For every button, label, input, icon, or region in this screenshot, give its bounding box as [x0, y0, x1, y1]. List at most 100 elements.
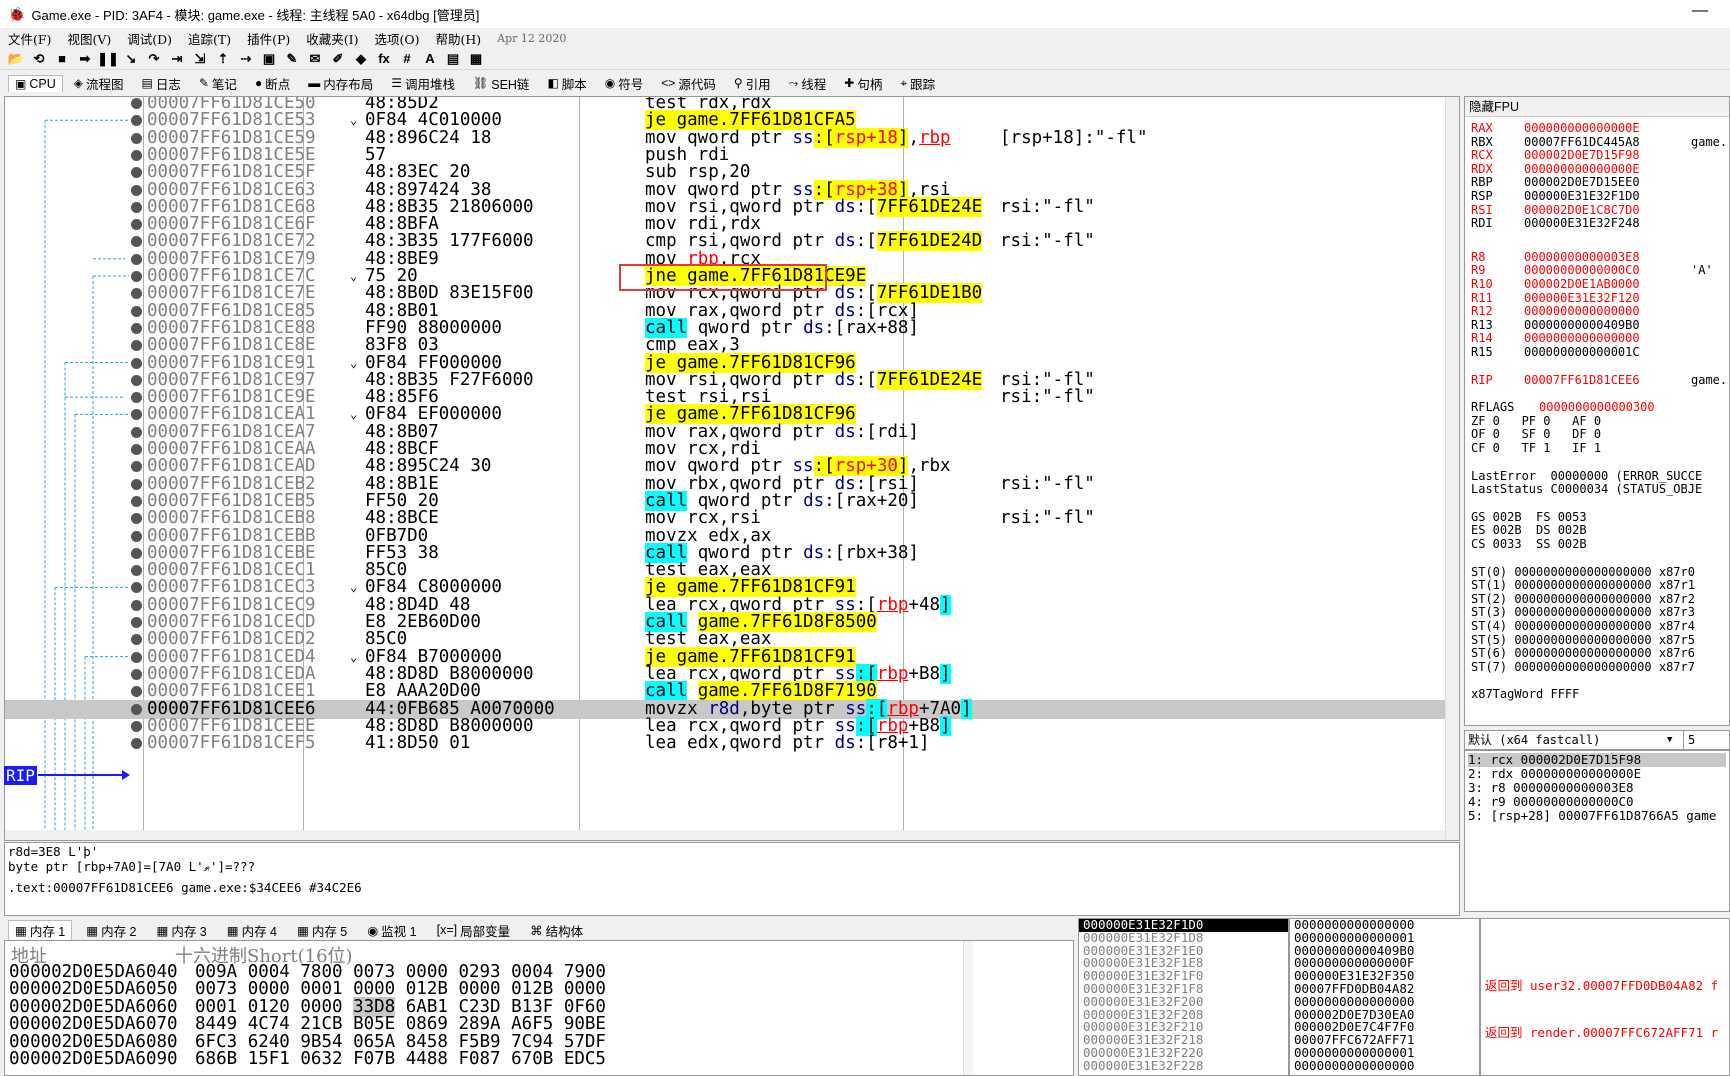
open-icon[interactable]: 📂 [6, 50, 26, 68]
disassembly-view[interactable]: 00007FF61D81CE50 48:85D2 test rdx,rdx 00007… [4, 96, 1460, 841]
menu-item[interactable]: 帮助(H) [435, 29, 481, 48]
execute-till-return-icon[interactable]: ⇡ [213, 50, 233, 68]
rflags-row[interactable]: RFLAGS 0000000000000300 [1471, 400, 1655, 414]
pause-icon[interactable]: ❚❚ [97, 50, 119, 68]
minimize-button[interactable]: — [1692, 2, 1708, 20]
register-row[interactable]: RDX 000000000000000E [1471, 162, 1640, 176]
register-value[interactable]: 000002D0E1C8C7D0 [1524, 203, 1640, 217]
register-row[interactable]: RDI 000000E31E32F248 [1471, 216, 1640, 230]
breakpoint-dot[interactable] [131, 651, 142, 663]
register-row[interactable]: RBP 000002D0E7D15EE0 [1471, 175, 1640, 189]
menu-item[interactable]: 收藏夹(I) [306, 29, 358, 48]
breakpoint-dot[interactable] [131, 184, 142, 196]
breakpoint-dot[interactable] [131, 738, 142, 750]
tab-handles[interactable]: ✚ 句柄 [837, 72, 889, 95]
breakpoint-dot[interactable] [131, 167, 142, 179]
breakpoint-dot[interactable] [131, 599, 142, 611]
register-value[interactable]: 000000E31E32F120 [1524, 291, 1640, 305]
register-row[interactable]: R8 00000000000003E8 [1471, 250, 1640, 264]
breakpoint-dot[interactable] [131, 149, 142, 161]
breakpoint-dot[interactable] [131, 340, 142, 352]
register-value[interactable]: 00007FF61DC445A8 [1524, 135, 1640, 149]
tab-dump3[interactable]: ▦ 内存 3 [151, 921, 213, 940]
breakpoint-dot[interactable] [131, 668, 142, 680]
tab-script[interactable]: ◧ 脚本 [540, 72, 593, 95]
breakpoint-dot[interactable] [131, 115, 142, 127]
segment-row[interactable]: CS 0033 SS 002B [1471, 537, 1587, 551]
tab-call-stack[interactable]: ☰ 调用堆栈 [384, 72, 462, 95]
breakpoint-dot[interactable] [131, 720, 142, 732]
trace-over-icon[interactable]: ⇲ [190, 50, 210, 68]
menu-item[interactable]: 插件(P) [247, 29, 290, 48]
bookmark-icon[interactable]: ✐ [328, 50, 348, 68]
breakpoint-dot[interactable] [131, 444, 142, 455]
dump-hex[interactable]: 686B 15F1 0632 F07B 4488 F087 670B EDC5 [195, 1050, 606, 1069]
tab-graph[interactable]: ◈ 流程图 [67, 72, 131, 95]
tab-cpu[interactable]: ▣ CPU [8, 74, 63, 92]
register-value[interactable]: 000002D0E7D15EE0 [1524, 175, 1640, 189]
step-over-icon[interactable]: ↷ [144, 50, 164, 68]
tab-breakpoints[interactable]: ● 断点 [248, 72, 297, 95]
breakpoint-dot[interactable] [131, 461, 142, 473]
tab-threads[interactable]: ⤳ 线程 [782, 72, 834, 95]
register-value[interactable]: 00007FF61D81CEE6 [1524, 373, 1640, 387]
tab-dump1[interactable]: ▦ 内存 1 [8, 920, 73, 940]
flags-row[interactable]: ZF 0 PF 0 AF 0 [1471, 414, 1601, 428]
restart-icon[interactable]: ⟲ [29, 50, 49, 68]
breakpoint-dot[interactable] [131, 392, 142, 404]
register-row[interactable]: R15 000000000000001C [1471, 345, 1640, 359]
register-row[interactable]: R13 00000000000409B0 [1471, 318, 1640, 332]
register-row[interactable]: RSP 000000E31E32F1D0 [1471, 189, 1640, 203]
argument-row[interactable]: 3: r8 00000000000003E8 [1468, 781, 1726, 795]
breakpoint-dot[interactable] [131, 98, 142, 109]
stop-icon[interactable]: ■ [52, 50, 72, 68]
registers-panel[interactable]: 隐藏FPU RAX 000000000000000E RBX 00007FF61DC4… [1464, 96, 1730, 726]
menu-item[interactable]: 文件(F) [8, 29, 51, 48]
register-row[interactable]: R12 0000000000000000 [1471, 304, 1640, 318]
register-value[interactable]: 000000000000000E [1524, 162, 1640, 176]
vertical-scrollbar[interactable] [963, 941, 973, 1075]
flags-row[interactable]: OF 0 SF 0 DF 0 [1471, 427, 1601, 441]
fpu-st-row[interactable]: ST(0) 0000000000000000000 x87r0 [1471, 565, 1695, 579]
hash-icon[interactable]: fx [374, 50, 394, 68]
tab-references[interactable]: ⚲ 引用 [727, 72, 778, 95]
breakpoint-dot[interactable] [131, 565, 142, 577]
breakpoint-dot[interactable] [131, 686, 142, 698]
breakpoint-dot[interactable] [131, 271, 142, 282]
breakpoint-dot[interactable] [131, 634, 142, 646]
run-to-user-icon[interactable]: ⇢ [236, 50, 256, 68]
calling-convention-select[interactable]: 默认 (x64 fastcall) ▼ 5 [1464, 730, 1730, 750]
tab-struct[interactable]: ⌘ 结构体 [524, 921, 589, 940]
argument-row[interactable]: 4: r9 00000000000000C0 [1468, 795, 1726, 809]
disasm-row[interactable]: 00007FF61D81CEF5 41:8D50 01 lea edx,qword … [5, 734, 1445, 753]
breakpoint-dot[interactable] [131, 236, 142, 248]
breakpoint-dot[interactable] [131, 409, 142, 421]
breakpoint-dot[interactable] [131, 478, 142, 490]
comment-icon[interactable]: ✎ [282, 50, 302, 68]
breakpoint-dot[interactable] [131, 582, 142, 594]
vertical-scrollbar[interactable] [1445, 97, 1459, 840]
fpu-st-row[interactable]: ST(4) 0000000000000000000 x87r4 [1471, 619, 1695, 633]
globe-icon[interactable]: ▦ [466, 50, 486, 68]
tab-seh[interactable]: ⛓ SEH链 [466, 72, 536, 95]
register-row[interactable]: RBX 00007FF61DC445A8 game. [1471, 135, 1727, 149]
fpu-st-row[interactable]: ST(5) 0000000000000000000 x87r5 [1471, 633, 1695, 647]
script-icon[interactable]: A [420, 50, 440, 68]
register-value[interactable]: 000002D0E7D15F98 [1524, 148, 1640, 162]
register-value[interactable]: 00000000000409B0 [1524, 318, 1640, 332]
memory-dump-view[interactable]: 地址 十六进制Short(16位) 000002D0E5DA6040 009A 0… [4, 940, 1074, 1076]
breakpoint-dot[interactable] [131, 305, 142, 317]
register-value[interactable]: 000002D0E1AB0000 [1524, 277, 1640, 291]
horizontal-scrollbar[interactable] [5, 830, 1445, 840]
flags-row[interactable]: CF 0 TF 1 IF 1 [1471, 441, 1601, 455]
stack-address[interactable]: 000000E31E32F228 [1079, 1059, 1288, 1073]
menu-item[interactable]: 追踪(T) [188, 29, 231, 48]
breakpoint-dot[interactable] [131, 426, 142, 438]
breakpoint-dot[interactable] [131, 357, 142, 369]
menu-item[interactable]: 视图(V) [67, 29, 111, 48]
stack-comment-column[interactable]: 返回到 user32.00007FFD0DB04A82 f 返回到 render… [1480, 918, 1730, 1076]
register-row[interactable]: RIP 00007FF61D81CEE6 game. [1471, 373, 1727, 387]
font-icon[interactable]: # [397, 50, 417, 68]
calculator-icon[interactable]: ▤ [443, 50, 463, 68]
segment-row[interactable]: ES 002B DS 002B [1471, 523, 1587, 537]
